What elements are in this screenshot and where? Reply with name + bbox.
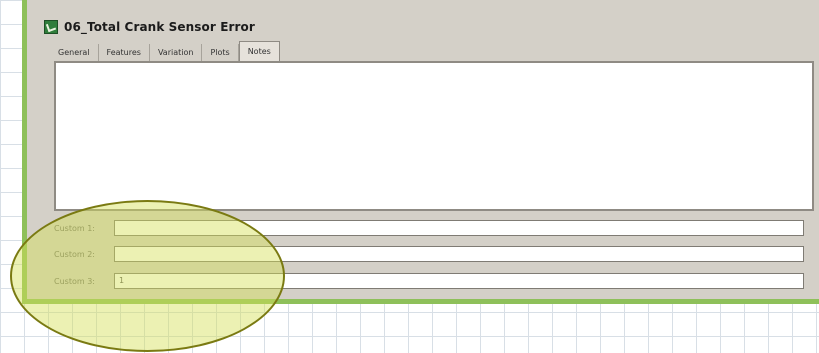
window-title: 06_Total Crank Sensor Error (64, 20, 255, 34)
app-window-icon (44, 20, 58, 34)
tab-features[interactable]: Features (98, 44, 150, 61)
notes-textarea[interactable] (54, 61, 814, 211)
tab-general[interactable]: General (50, 44, 99, 61)
title-bar: 06_Total Crank Sensor Error (44, 17, 255, 37)
tab-variation[interactable]: Variation (149, 44, 203, 61)
highlight-ellipse (10, 200, 285, 352)
tab-notes[interactable]: Notes (238, 41, 280, 61)
tab-bar: General Features Variation Plots Notes (50, 41, 280, 61)
tab-plots[interactable]: Plots (202, 44, 239, 61)
